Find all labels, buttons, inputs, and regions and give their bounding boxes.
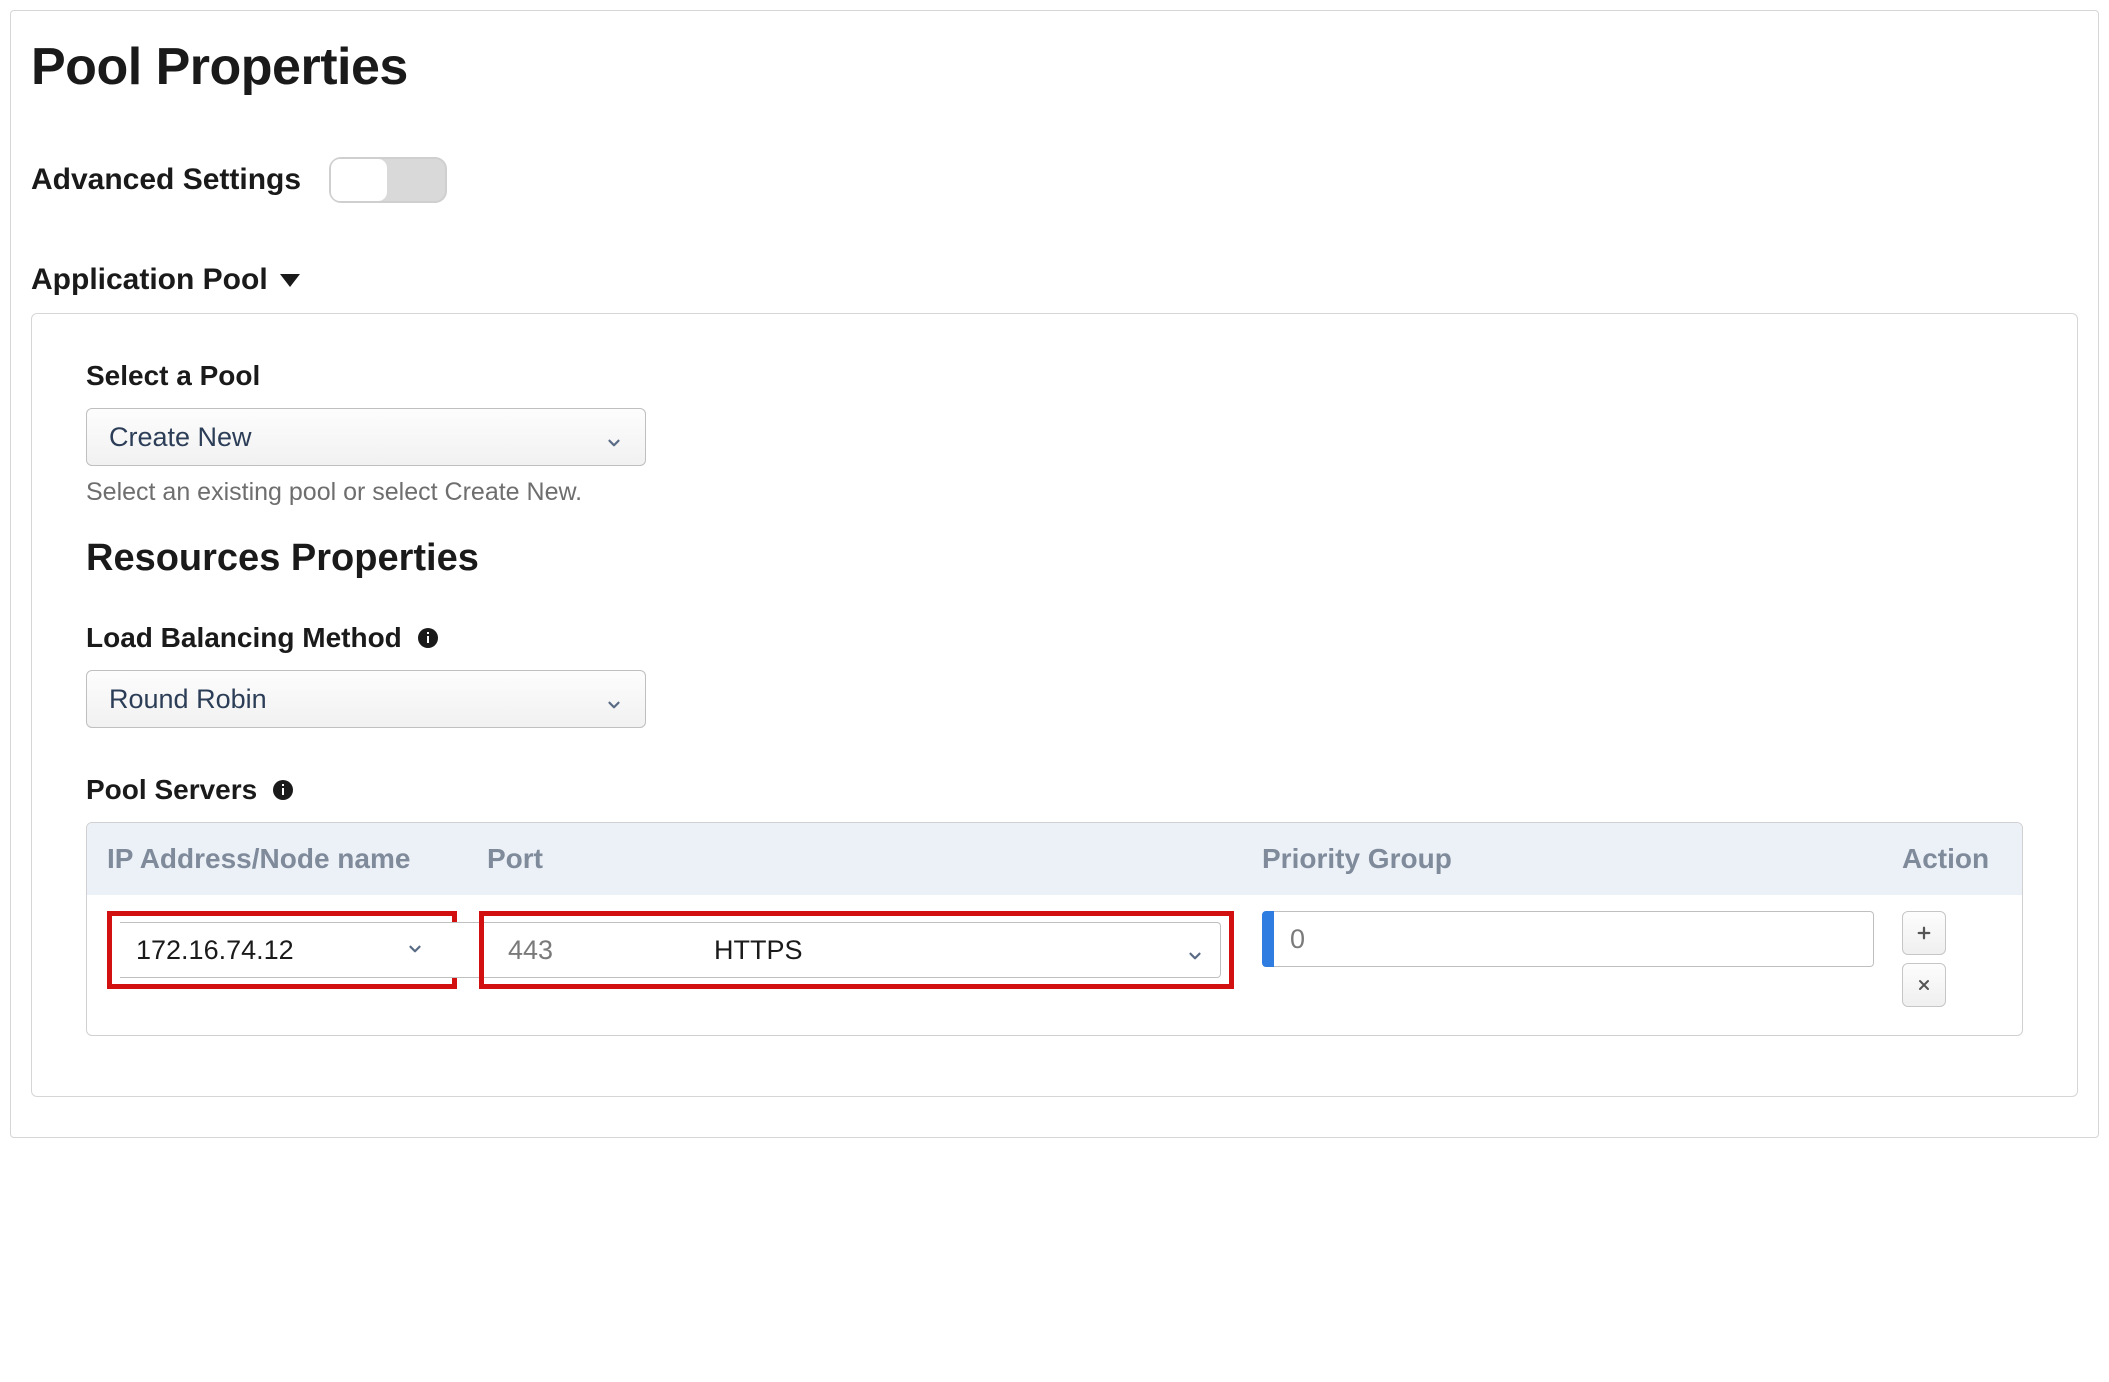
lb-method-label: Load Balancing Method (86, 622, 402, 654)
pool-servers-label-row: Pool Servers (86, 774, 2023, 806)
advanced-settings-row: Advanced Settings (31, 157, 2078, 203)
blue-bar (1262, 911, 1274, 967)
col-ip: IP Address/Node name (107, 843, 487, 875)
action-cell (1902, 911, 2002, 1007)
lb-method-dropdown[interactable]: Round Robin (86, 670, 646, 728)
select-pool-field: Select a Pool Create New Select an exist… (86, 360, 2023, 507)
pool-servers-label: Pool Servers (86, 774, 257, 806)
chevron-down-icon (605, 428, 623, 446)
resources-properties-title: Resources Properties (86, 537, 2023, 580)
col-action: Action (1902, 843, 2002, 875)
select-pool-dropdown[interactable]: Create New (86, 408, 646, 466)
port-highlight: HTTPS (479, 911, 1234, 989)
col-priority: Priority Group (1262, 843, 1902, 875)
select-pool-label: Select a Pool (86, 360, 2023, 392)
remove-row-button[interactable] (1902, 963, 1946, 1007)
lb-method-field: Load Balancing Method Round Robin (86, 622, 2023, 728)
section-title-text: Application Pool (31, 263, 268, 297)
lb-method-value: Round Robin (109, 684, 267, 715)
select-pool-help: Select an existing pool or select Create… (86, 478, 2023, 507)
ip-highlight (107, 911, 457, 989)
advanced-settings-toggle[interactable] (329, 157, 447, 203)
ip-cell (120, 922, 444, 978)
application-pool-subpanel: Select a Pool Create New Select an exist… (31, 313, 2078, 1097)
toggle-knob (331, 159, 387, 201)
chevron-down-icon (605, 690, 623, 708)
protocol-dropdown[interactable]: HTTPS (692, 922, 1221, 978)
priority-cell (1262, 911, 1874, 967)
page-title: Pool Properties (31, 37, 2078, 97)
advanced-settings-label: Advanced Settings (31, 163, 301, 197)
application-pool-section-toggle[interactable]: Application Pool (31, 263, 2078, 297)
chevron-down-icon (1186, 941, 1204, 959)
caret-down-icon (280, 274, 300, 287)
table-row: HTTPS (87, 895, 2022, 1035)
protocol-value: HTTPS (714, 935, 803, 966)
add-row-button[interactable] (1902, 911, 1946, 955)
pool-servers-field: Pool Servers IP Address/Node name Port P… (86, 774, 2023, 1036)
port-cell (492, 922, 662, 978)
ip-input[interactable] (120, 922, 531, 978)
protocol-cell: HTTPS (680, 922, 1221, 978)
info-icon[interactable] (271, 778, 295, 802)
table-header: IP Address/Node name Port Priority Group… (87, 823, 2022, 895)
pool-properties-panel: Pool Properties Advanced Settings Applic… (10, 10, 2099, 1138)
info-icon[interactable] (416, 626, 440, 650)
select-pool-value: Create New (109, 422, 252, 453)
priority-input[interactable] (1274, 911, 1874, 967)
lb-method-label-row: Load Balancing Method (86, 622, 2023, 654)
pool-servers-table: IP Address/Node name Port Priority Group… (86, 822, 2023, 1036)
col-port: Port (487, 843, 1262, 875)
